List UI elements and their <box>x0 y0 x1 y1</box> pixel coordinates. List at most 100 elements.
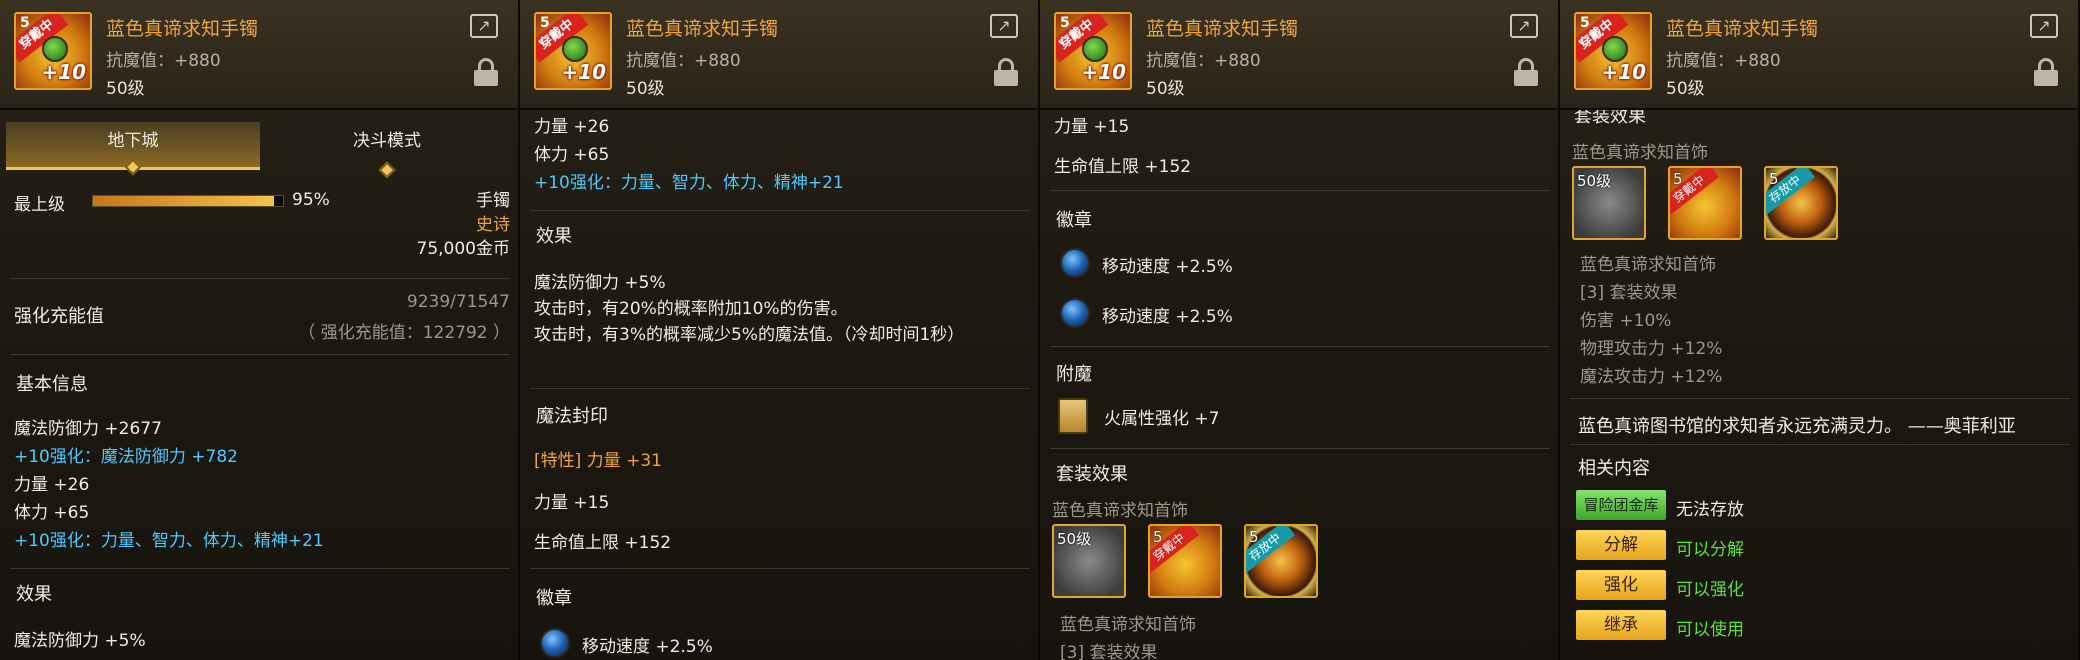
grade-percent: 95% <box>292 190 330 210</box>
divider <box>1570 444 2070 445</box>
price: 75,000金币 <box>416 239 510 259</box>
icon-level: 5 <box>20 15 30 31</box>
tab-duel[interactable]: 决斗模式 <box>260 122 514 179</box>
seal-trait: [特性] 力量 +31 <box>534 451 662 471</box>
set-name: 蓝色真谛求知首饰 <box>1052 501 1188 521</box>
tooltip-panel-2: 穿戴中 5 +10 蓝色真谛求知手镯 抗魔值：+880 50级 ↗ 力量 +26… <box>520 0 1040 660</box>
icon-enhance: +10 <box>1601 60 1646 84</box>
adventure-vault-button[interactable]: 冒险团金库 <box>1576 490 1666 520</box>
divider <box>1050 346 1550 347</box>
emblem-heading: 徽章 <box>536 588 572 609</box>
icon-level: 5 <box>540 15 550 31</box>
tab-dungeon[interactable]: 地下城 <box>6 122 260 176</box>
emblem-line: 移动速度 +2.5% <box>1102 257 1233 277</box>
item-stat: 抗魔值：+880 <box>1666 51 1781 71</box>
share-icon[interactable]: ↗ <box>1510 14 1538 38</box>
item-header: 穿戴中 5 +10 蓝色真谛求知手镯 抗魔值：+880 50级 ↗ <box>1040 0 1558 110</box>
gem-icon <box>42 36 68 62</box>
icon-enhance: +10 <box>561 60 606 84</box>
related-text: 可以分解 <box>1676 540 1744 560</box>
item-stat: 抗魔值：+880 <box>626 51 741 71</box>
tooltip-panel-1: 穿戴中 5 +10 蓝色真谛求知手镯 抗魔值：+880 50级 ↗ 地下城 决斗… <box>0 0 520 660</box>
share-icon[interactable]: ↗ <box>990 14 1018 38</box>
enchant-card-icon <box>1058 398 1088 434</box>
gem-icon <box>1602 36 1628 62</box>
enchant-line: 火属性强化 +7 <box>1104 409 1220 429</box>
divider <box>530 568 1030 569</box>
set-slot-bangle[interactable]: 穿戴中 5 <box>1148 524 1222 598</box>
grade-bar-fill <box>93 196 274 206</box>
set-slot-necklace[interactable]: 50级 <box>1052 524 1126 598</box>
basic-heading: 基本信息 <box>16 374 88 395</box>
slot-level: 5 <box>1153 528 1163 546</box>
seal-heading: 魔法封印 <box>536 406 608 427</box>
icon-level: 5 <box>1580 15 1590 31</box>
rarity: 史诗 <box>476 215 510 235</box>
charge-total: （ 强化充能值：122792 ） <box>298 323 510 343</box>
set-line: [3] 套装效果 <box>1580 283 1678 303</box>
set-slot-ring[interactable]: 存放中 5 <box>1764 166 1838 240</box>
item-name: 蓝色真谛求知手镯 <box>106 18 259 40</box>
stat-line: 体力 +65 <box>534 145 610 165</box>
icon-enhance: +10 <box>41 60 86 84</box>
flavor-text: 蓝色真谛图书馆的求知者永远充满灵力。 ——奥菲利亚 <box>1578 416 2016 437</box>
emblem-line: 移动速度 +2.5% <box>582 637 713 657</box>
divider <box>1570 398 2070 399</box>
grade-bar <box>92 195 284 207</box>
divider <box>530 388 1030 389</box>
set-slot-ring[interactable]: 存放中 5 <box>1244 524 1318 598</box>
bangle-icon: 穿戴中 5 +10 <box>1574 12 1652 90</box>
item-level: 50级 <box>1666 79 1705 99</box>
lock-icon[interactable] <box>1514 58 1538 86</box>
seal-stat: 力量 +15 <box>1054 117 1130 137</box>
gem-icon <box>1082 36 1108 62</box>
slot-level: 50级 <box>1577 172 1612 190</box>
emblem-icon <box>540 628 570 658</box>
divider <box>1050 448 1550 449</box>
bangle-icon: 穿戴中 5 +10 <box>1054 12 1132 90</box>
seal-stat: 生命值上限 +152 <box>1054 157 1192 177</box>
set-name: 蓝色真谛求知首饰 <box>1572 143 1708 163</box>
item-level: 50级 <box>106 79 145 99</box>
slot-level: 5 <box>1249 528 1259 546</box>
lock-icon[interactable] <box>474 58 498 86</box>
set-slot-bangle[interactable]: 穿戴中 5 <box>1668 166 1742 240</box>
inherit-button[interactable]: 继承 <box>1576 610 1666 640</box>
disassemble-button[interactable]: 分解 <box>1576 530 1666 560</box>
slot-type: 手镯 <box>476 191 510 211</box>
tooltip-panel-3: 穿戴中 5 +10 蓝色真谛求知手镯 抗魔值：+880 50级 ↗ 力量 +15… <box>1040 0 1560 660</box>
emblem-line: 移动速度 +2.5% <box>1102 307 1233 327</box>
bangle-icon: 穿戴中 5 +10 <box>534 12 612 90</box>
set-slot-necklace[interactable]: 50级 <box>1572 166 1646 240</box>
tab-label: 决斗模式 <box>353 131 421 151</box>
item-stat: 抗魔值：+880 <box>106 51 221 71</box>
effect-line: 魔法防御力 +5% <box>534 273 666 293</box>
divider <box>530 210 1030 211</box>
charge-label: 强化充能值 <box>14 306 104 327</box>
item-name: 蓝色真谛求知手镯 <box>626 18 779 40</box>
emblem-icon <box>1060 298 1090 328</box>
lock-icon[interactable] <box>994 58 1018 86</box>
gem-icon <box>562 36 588 62</box>
charge-value: 9239/71547 <box>406 292 510 312</box>
slot-level: 5 <box>1769 170 1779 188</box>
divider <box>10 278 510 279</box>
basic-line: +10强化：魔法防御力 +782 <box>14 447 238 467</box>
lock-icon[interactable] <box>2034 58 2058 86</box>
related-heading: 相关内容 <box>1578 458 1650 479</box>
set-line: 伤害 +10% <box>1580 311 1672 331</box>
tooltip-panel-4: 穿戴中 5 +10 蓝色真谛求知手镯 抗魔值：+880 50级 ↗ 套装效果 蓝… <box>1560 0 2080 660</box>
enhance-button[interactable]: 强化 <box>1576 570 1666 600</box>
item-header: 穿戴中 5 +10 蓝色真谛求知手镯 抗魔值：+880 50级 ↗ <box>1560 0 2078 110</box>
share-icon[interactable]: ↗ <box>2030 14 2058 38</box>
set-name-bottom: 蓝色真谛求知首饰 <box>1060 615 1196 635</box>
item-header: 穿戴中 5 +10 蓝色真谛求知手镯 抗魔值：+880 50级 ↗ <box>0 0 518 110</box>
emblem-heading: 徽章 <box>1056 210 1092 231</box>
divider <box>1050 190 1550 191</box>
item-level: 50级 <box>626 79 665 99</box>
set-line: 蓝色真谛求知首饰 <box>1580 255 1716 275</box>
slot-level: 50级 <box>1057 530 1092 548</box>
share-icon[interactable]: ↗ <box>470 14 498 38</box>
item-header: 穿戴中 5 +10 蓝色真谛求知手镯 抗魔值：+880 50级 ↗ <box>520 0 1038 110</box>
diamond-icon <box>124 158 142 176</box>
